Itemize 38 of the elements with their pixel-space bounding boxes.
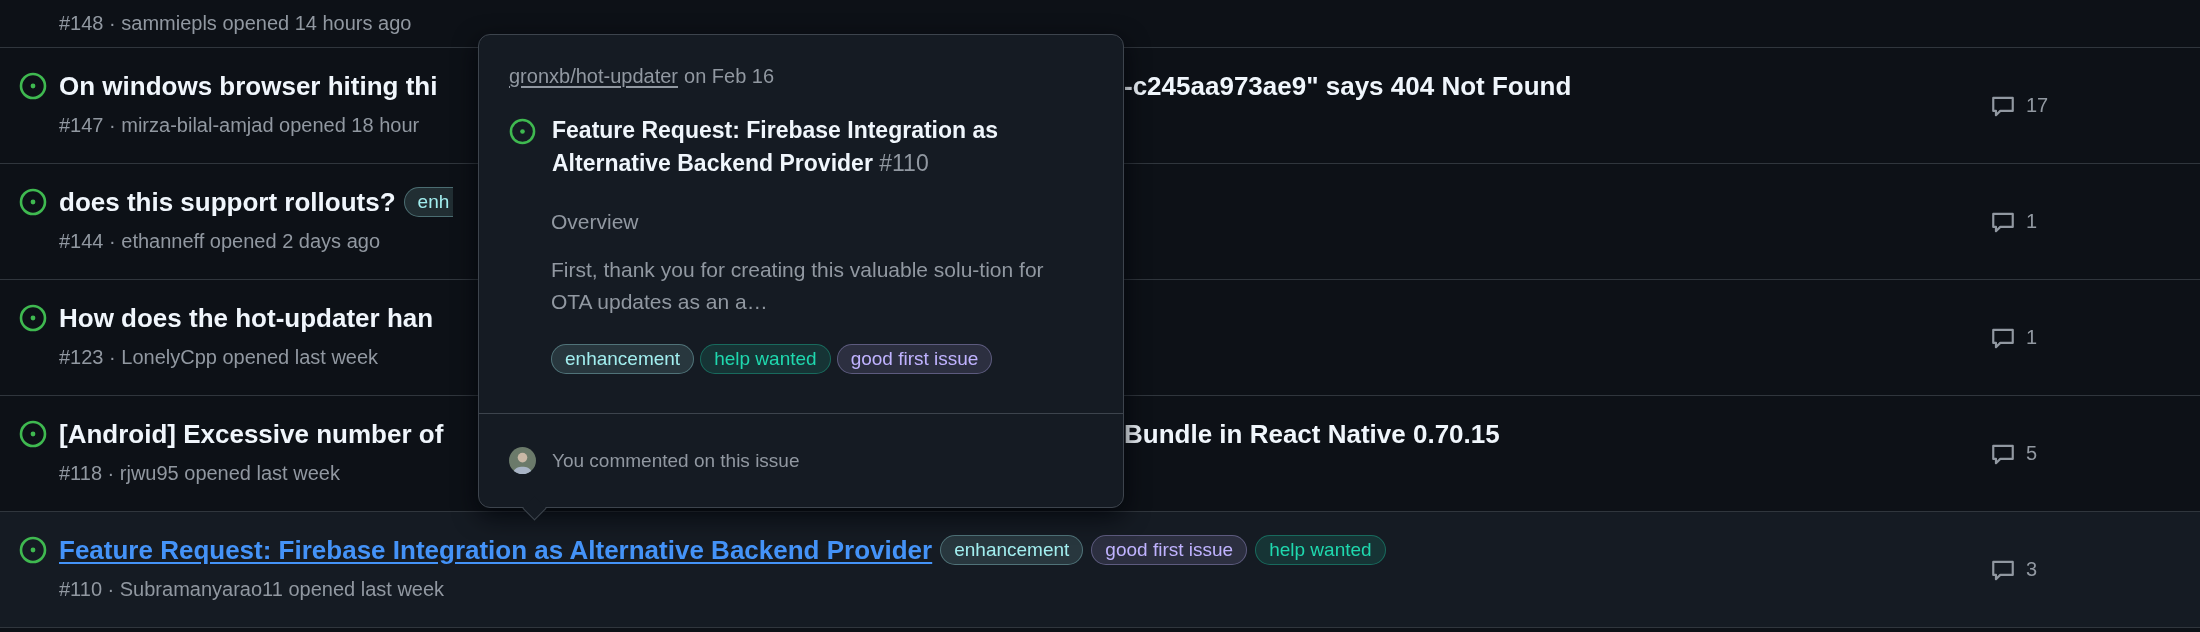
open-issue-icon [19,420,47,448]
popover-title[interactable]: Feature Request: Firebase Integration as Alternative Backend Provider #110 [552,114,1082,180]
issue-label[interactable]: help wanted [1255,535,1386,565]
comment-count[interactable]: 5 [2026,442,2038,465]
body-heading: Overview [551,209,640,235]
issue-excerpt: First, thank you for creating this valuable solu-tion for OTA updates as an a… [551,257,1045,315]
comment-count[interactable]: 1 [2026,210,2038,233]
issue-meta: #148 · sammiepls opened 14 hours ago [59,12,412,35]
issue-meta: #118 · rjwu95 opened last week [59,462,340,485]
open-issue-icon [19,72,47,100]
open-issue-icon [19,304,47,332]
open-issue-icon [19,188,47,216]
issue-title[interactable]: [Android] Excessive number of [59,418,444,450]
issue-title[interactable]: Feature Request: Firebase Integration as Alternative Backend Provider [59,534,933,566]
comment-count[interactable]: 1 [2026,326,2038,349]
issue-meta: #123 · LonelyCpp opened last week [59,346,379,369]
comment-count[interactable]: 3 [2026,558,2038,581]
repo-link[interactable]: gronxb/hot-updater [509,65,678,88]
issue-label[interactable]: help wanted [700,344,831,374]
avatar-icon [509,447,536,474]
open-issue-icon [509,118,536,145]
issue-label[interactable]: enh [403,187,454,217]
issue-label[interactable]: enhancement [940,535,1084,565]
activity-note: You commented on this issue [552,449,800,472]
issue-date: on Feb 16 [684,65,775,88]
comment-count[interactable]: 17 [2026,94,2049,117]
issue-meta: #144 · ethanneff opened 2 days ago [59,230,380,253]
issue-label[interactable]: good first issue [1091,535,1248,565]
issue-title[interactable]: does this support rollouts? [59,186,396,218]
issue-label[interactable]: enhancement [551,344,695,374]
issue-title[interactable]: On windows browser hiting thi [59,70,438,102]
issue-title[interactable]: How does the hot-updater han [59,302,434,334]
issue-title[interactable]: -c245aa973ae9" says 404 Not Found [1124,70,1572,102]
issue-meta: #147 · mirza-bilal-amjad opened 18 hour [59,114,420,137]
open-issue-icon [19,536,47,564]
issue-label[interactable]: good first issue [836,344,993,374]
issue-title[interactable]: Bundle in React Native 0.70.15 [1124,418,1500,450]
issue-meta: #110 · Subramanyarao11 opened last week [59,578,445,601]
